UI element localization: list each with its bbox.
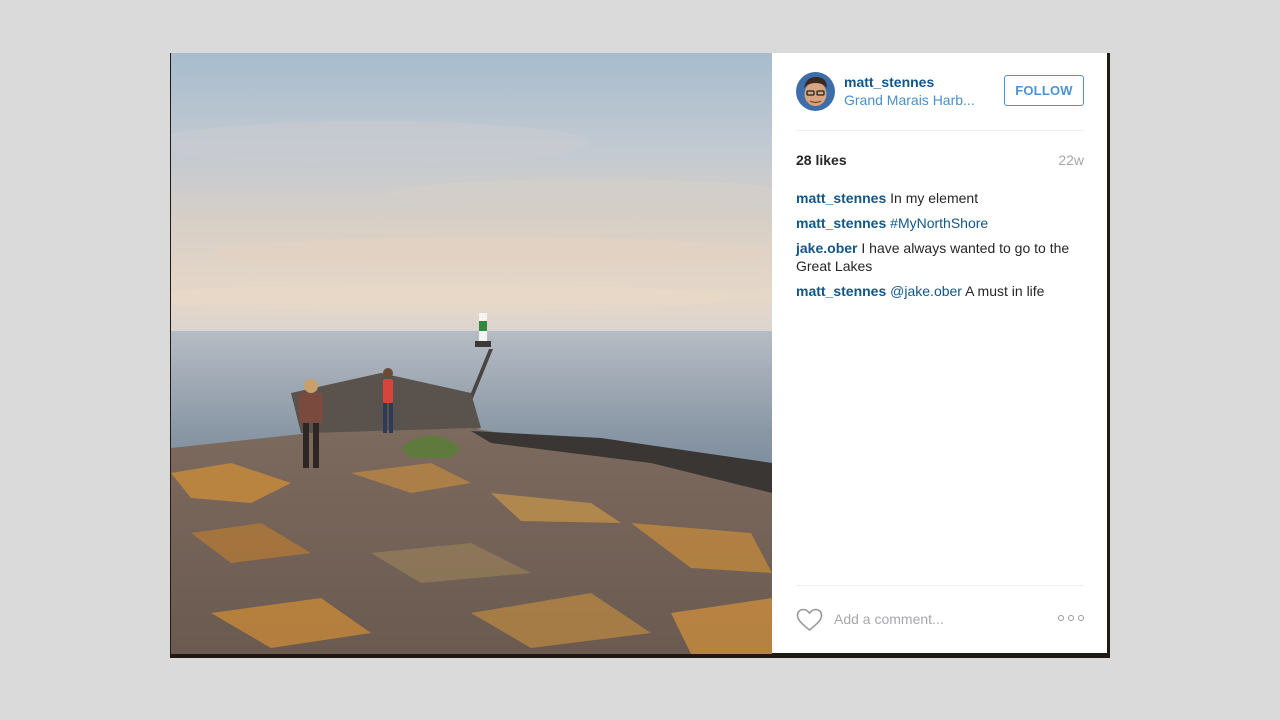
location-link[interactable]: Grand Marais Harb... [844,91,984,109]
comment-bar [796,601,1084,637]
more-options-icon[interactable] [1058,609,1084,627]
comment-input[interactable] [834,608,1034,630]
heart-outline-icon[interactable] [796,608,823,632]
likes-row: 28 likes 22w [796,151,1084,169]
mention-link[interactable]: @jake.ober [890,283,962,299]
comments-list: matt_stennes In my element matt_stennes … [796,189,1084,307]
comment-text: In my element [890,190,979,206]
dot-icon [1068,615,1074,621]
username-link[interactable]: matt_stennes [844,73,994,91]
photo-image [171,53,772,654]
comment-item: jake.ober I have always wanted to go to … [796,239,1084,275]
follow-button[interactable]: FOLLOW [1004,75,1084,106]
comment-username[interactable]: matt_stennes [796,190,886,206]
likes-count[interactable]: 28 likes [796,151,847,169]
comment-item: matt_stennes #MyNorthShore [796,214,1084,232]
post-photo[interactable] [171,53,772,654]
user-avatar[interactable] [796,72,835,111]
comment-text: A must in life [965,283,1045,299]
user-info: matt_stennes Grand Marais Harb... [844,73,994,109]
dot-icon [1058,615,1064,621]
comment-item: matt_stennes In my element [796,189,1084,207]
comment-item: matt_stennes @jake.ober A must in life [796,282,1084,300]
footer-divider [796,585,1084,586]
post-header: matt_stennes Grand Marais Harb... FOLLOW [796,71,1084,131]
header-divider [796,130,1084,131]
post-modal: matt_stennes Grand Marais Harb... FOLLOW… [170,53,1110,658]
comment-username[interactable]: matt_stennes [796,215,886,231]
post-time[interactable]: 22w [1058,151,1084,169]
hashtag-link[interactable]: #MyNorthShore [890,215,988,231]
avatar-image [796,72,835,111]
comment-username[interactable]: jake.ober [796,240,857,256]
dot-icon [1078,615,1084,621]
comment-username[interactable]: matt_stennes [796,283,886,299]
post-sidebar: matt_stennes Grand Marais Harb... FOLLOW… [772,53,1107,653]
